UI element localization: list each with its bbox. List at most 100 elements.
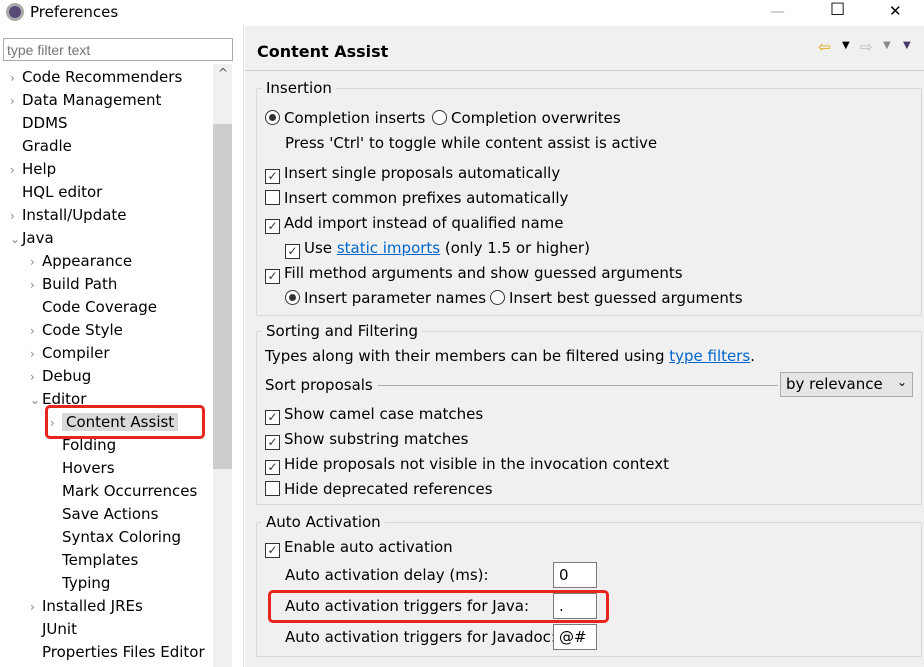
javadoc-triggers-label: Auto activation triggers for Javadoc:	[285, 628, 556, 646]
tree-item[interactable]: Code Coverage	[30, 296, 157, 319]
sort-separator	[378, 385, 778, 386]
completion-overwrites-radio[interactable]: Completion overwrites	[432, 109, 621, 127]
chevron-right-icon[interactable]: ›	[30, 251, 42, 274]
label: Types along with their members can be fi…	[265, 347, 665, 365]
tree-item-label: Code Coverage	[42, 298, 158, 316]
tree-item-label: Syntax Coloring	[62, 528, 181, 546]
back-icon[interactable]: ⇦	[818, 38, 831, 56]
view-menu-icon[interactable]: ▼	[903, 40, 911, 51]
chevron-down-icon[interactable]: ⌄	[30, 389, 42, 412]
tree-item[interactable]: DDMS	[10, 112, 68, 135]
add-import-checkbox[interactable]: ✓ Add import instead of qualified name	[265, 214, 563, 234]
tree-item[interactable]: › Data Management	[10, 89, 161, 112]
tree-item[interactable]: Properties Files Editor	[30, 641, 205, 664]
forward-menu-icon[interactable]: ▼	[883, 40, 891, 51]
back-menu-icon[interactable]: ▼	[842, 40, 850, 51]
label: Show camel case matches	[284, 405, 484, 423]
label: Add import instead of qualified name	[284, 214, 564, 232]
javadoc-triggers-input[interactable]: @#	[553, 624, 597, 650]
tree-item[interactable]: › Code Recommenders	[10, 66, 182, 89]
close-button[interactable]: ✕	[889, 2, 902, 20]
tree-item[interactable]: Hovers	[50, 457, 115, 480]
minimize-button[interactable]: —	[770, 2, 785, 20]
chevron-down-icon[interactable]: ⌄	[10, 228, 22, 251]
scroll-up-icon[interactable]: ^	[218, 66, 228, 80]
label: Insert single proposals automatically	[284, 164, 561, 182]
tree-item[interactable]: › Build Path	[30, 273, 117, 296]
content-assist-page: Content Assist ⇦ ▼ ⇨ ▼ ▼ Insertion Compl…	[245, 26, 924, 667]
sorting-title: Sorting and Filtering	[262, 322, 423, 340]
common-prefixes-checkbox[interactable]: Insert common prefixes automatically	[265, 189, 568, 207]
delay-label: Auto activation delay (ms):	[285, 566, 489, 584]
tree-item-label: Save Actions	[62, 505, 159, 523]
types-filter-text: Types along with their members can be fi…	[265, 347, 755, 365]
header-separator	[245, 70, 924, 71]
tree-item[interactable]: Mark Occurrences	[50, 480, 197, 503]
tree-item[interactable]: › Installed JREs	[30, 595, 143, 618]
label: Insert common prefixes automatically	[284, 189, 569, 207]
camel-case-checkbox[interactable]: ✓ Show camel case matches	[265, 405, 483, 425]
tree-item[interactable]: Templates	[50, 549, 138, 572]
completion-inserts-radio[interactable]: Completion inserts	[265, 109, 425, 127]
chevron-right-icon[interactable]: ›	[30, 320, 42, 343]
tree-item[interactable]: › Code Style	[30, 319, 123, 342]
label: Completion overwrites	[451, 109, 621, 127]
tree-item[interactable]: › Compiler	[30, 342, 110, 365]
tree-item[interactable]: Syntax Coloring	[50, 526, 181, 549]
chevron-right-icon[interactable]: ›	[10, 205, 22, 228]
chevron-right-icon[interactable]: ›	[30, 596, 42, 619]
chevron-right-icon[interactable]: ›	[10, 159, 22, 182]
chevron-right-icon[interactable]: ›	[30, 343, 42, 366]
tree-item[interactable]: ⌄ Java	[10, 227, 54, 250]
label: Enable auto activation	[284, 538, 453, 556]
delay-input[interactable]: 0	[553, 562, 597, 588]
tree-item[interactable]: HQL editor	[10, 181, 102, 204]
tree-item-label: Mark Occurrences	[62, 482, 198, 500]
param-names-radio[interactable]: Insert parameter names	[285, 289, 486, 307]
tree-item[interactable]: › Help	[10, 158, 56, 181]
best-guessed-radio[interactable]: Insert best guessed arguments	[490, 289, 743, 307]
tree-item[interactable]: › Appearance	[30, 250, 132, 273]
tree-item-label: Java	[22, 229, 54, 247]
hide-not-visible-checkbox[interactable]: ✓ Hide proposals not visible in the invoc…	[265, 455, 669, 475]
label: Completion inserts	[284, 109, 426, 127]
tree-item-label: Hovers	[62, 459, 115, 477]
tree-item-label: Properties Files Editor	[42, 643, 205, 661]
enable-auto-activation-checkbox[interactable]: ✓ Enable auto activation	[265, 538, 453, 558]
label: (only 1.5 or higher)	[444, 239, 590, 257]
tree-item-label: Appearance	[42, 252, 133, 270]
tree-item-label: Gradle	[22, 137, 72, 155]
highlight-java-triggers	[268, 590, 609, 623]
tree-item[interactable]: Typing	[50, 572, 110, 595]
single-proposals-checkbox[interactable]: ✓ Insert single proposals automatically	[265, 164, 560, 184]
chevron-right-icon[interactable]: ›	[10, 67, 22, 90]
tree-item-label: DDMS	[22, 114, 68, 132]
tree-item-label: Typing	[62, 574, 111, 592]
auto-activation-title: Auto Activation	[262, 513, 385, 531]
toggle-hint: Press 'Ctrl' to toggle while content ass…	[285, 134, 658, 152]
chevron-right-icon[interactable]: ›	[30, 366, 42, 389]
maximize-button[interactable]: ☐	[830, 0, 845, 20]
tree-item[interactable]: Save Actions	[50, 503, 158, 526]
substring-checkbox[interactable]: ✓ Show substring matches	[265, 430, 468, 450]
app-icon	[6, 3, 24, 21]
fill-args-checkbox[interactable]: ✓ Fill method arguments and show guessed …	[265, 264, 683, 284]
tree-item[interactable]: › Install/Update	[10, 204, 127, 227]
tree-item[interactable]: JUnit	[30, 618, 77, 641]
type-filters-link[interactable]: type filters	[669, 347, 750, 365]
chevron-right-icon[interactable]: ›	[10, 90, 22, 113]
tree-item[interactable]: Gradle	[10, 135, 72, 158]
filter-input[interactable]	[3, 38, 233, 61]
forward-icon[interactable]: ⇨	[860, 38, 873, 56]
label: Insert parameter names	[304, 289, 487, 307]
tree-item-label: Code Recommenders	[22, 68, 183, 86]
tree-item-label: Data Management	[22, 91, 162, 109]
label: Hide proposals not visible in the invoca…	[284, 455, 670, 473]
static-imports-link[interactable]: static imports	[337, 239, 440, 257]
hide-deprecated-checkbox[interactable]: Hide deprecated references	[265, 480, 493, 498]
tree-item[interactable]: › Debug	[30, 365, 91, 388]
scrollbar-thumb[interactable]	[213, 124, 232, 469]
sort-proposals-select[interactable]: by relevance ⌄	[780, 372, 913, 397]
chevron-right-icon[interactable]: ›	[30, 274, 42, 297]
use-static-imports-checkbox[interactable]: ✓ Use static imports (only 1.5 or higher)	[285, 239, 590, 259]
